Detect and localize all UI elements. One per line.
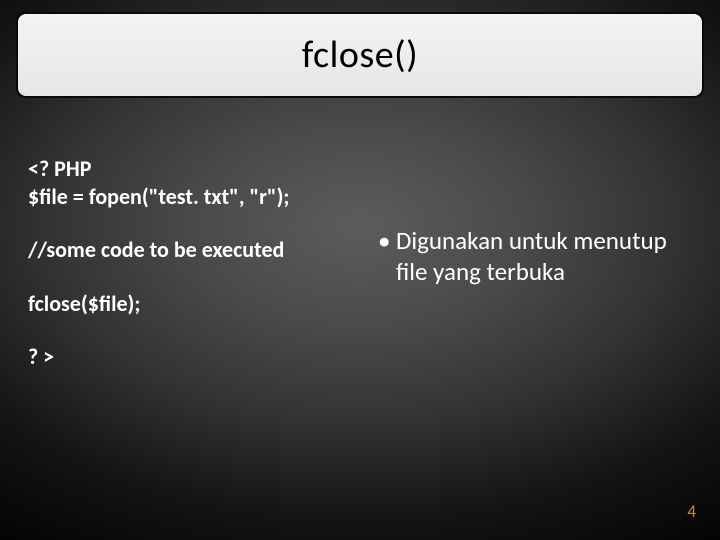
bullet-marker: •	[378, 225, 396, 288]
code-block-2: //some code to be executed	[28, 236, 358, 264]
description-column: • Digunakan untuk menutup file yang terb…	[378, 225, 698, 288]
code-block-4: ? >	[28, 343, 358, 371]
bullet-item: • Digunakan untuk menutup file yang terb…	[378, 225, 698, 288]
code-column: <? PHP $file = fopen("test. txt", "r"); …	[28, 155, 358, 397]
title-banner: fclose()	[16, 12, 704, 98]
bullet-text: Digunakan untuk menutup file yang terbuk…	[396, 225, 698, 288]
page-number: 4	[687, 501, 696, 522]
code-block-3: fclose($file);	[28, 290, 358, 318]
slide-title: fclose()	[302, 32, 418, 78]
code-block-1: <? PHP $file = fopen("test. txt", "r");	[28, 155, 358, 210]
